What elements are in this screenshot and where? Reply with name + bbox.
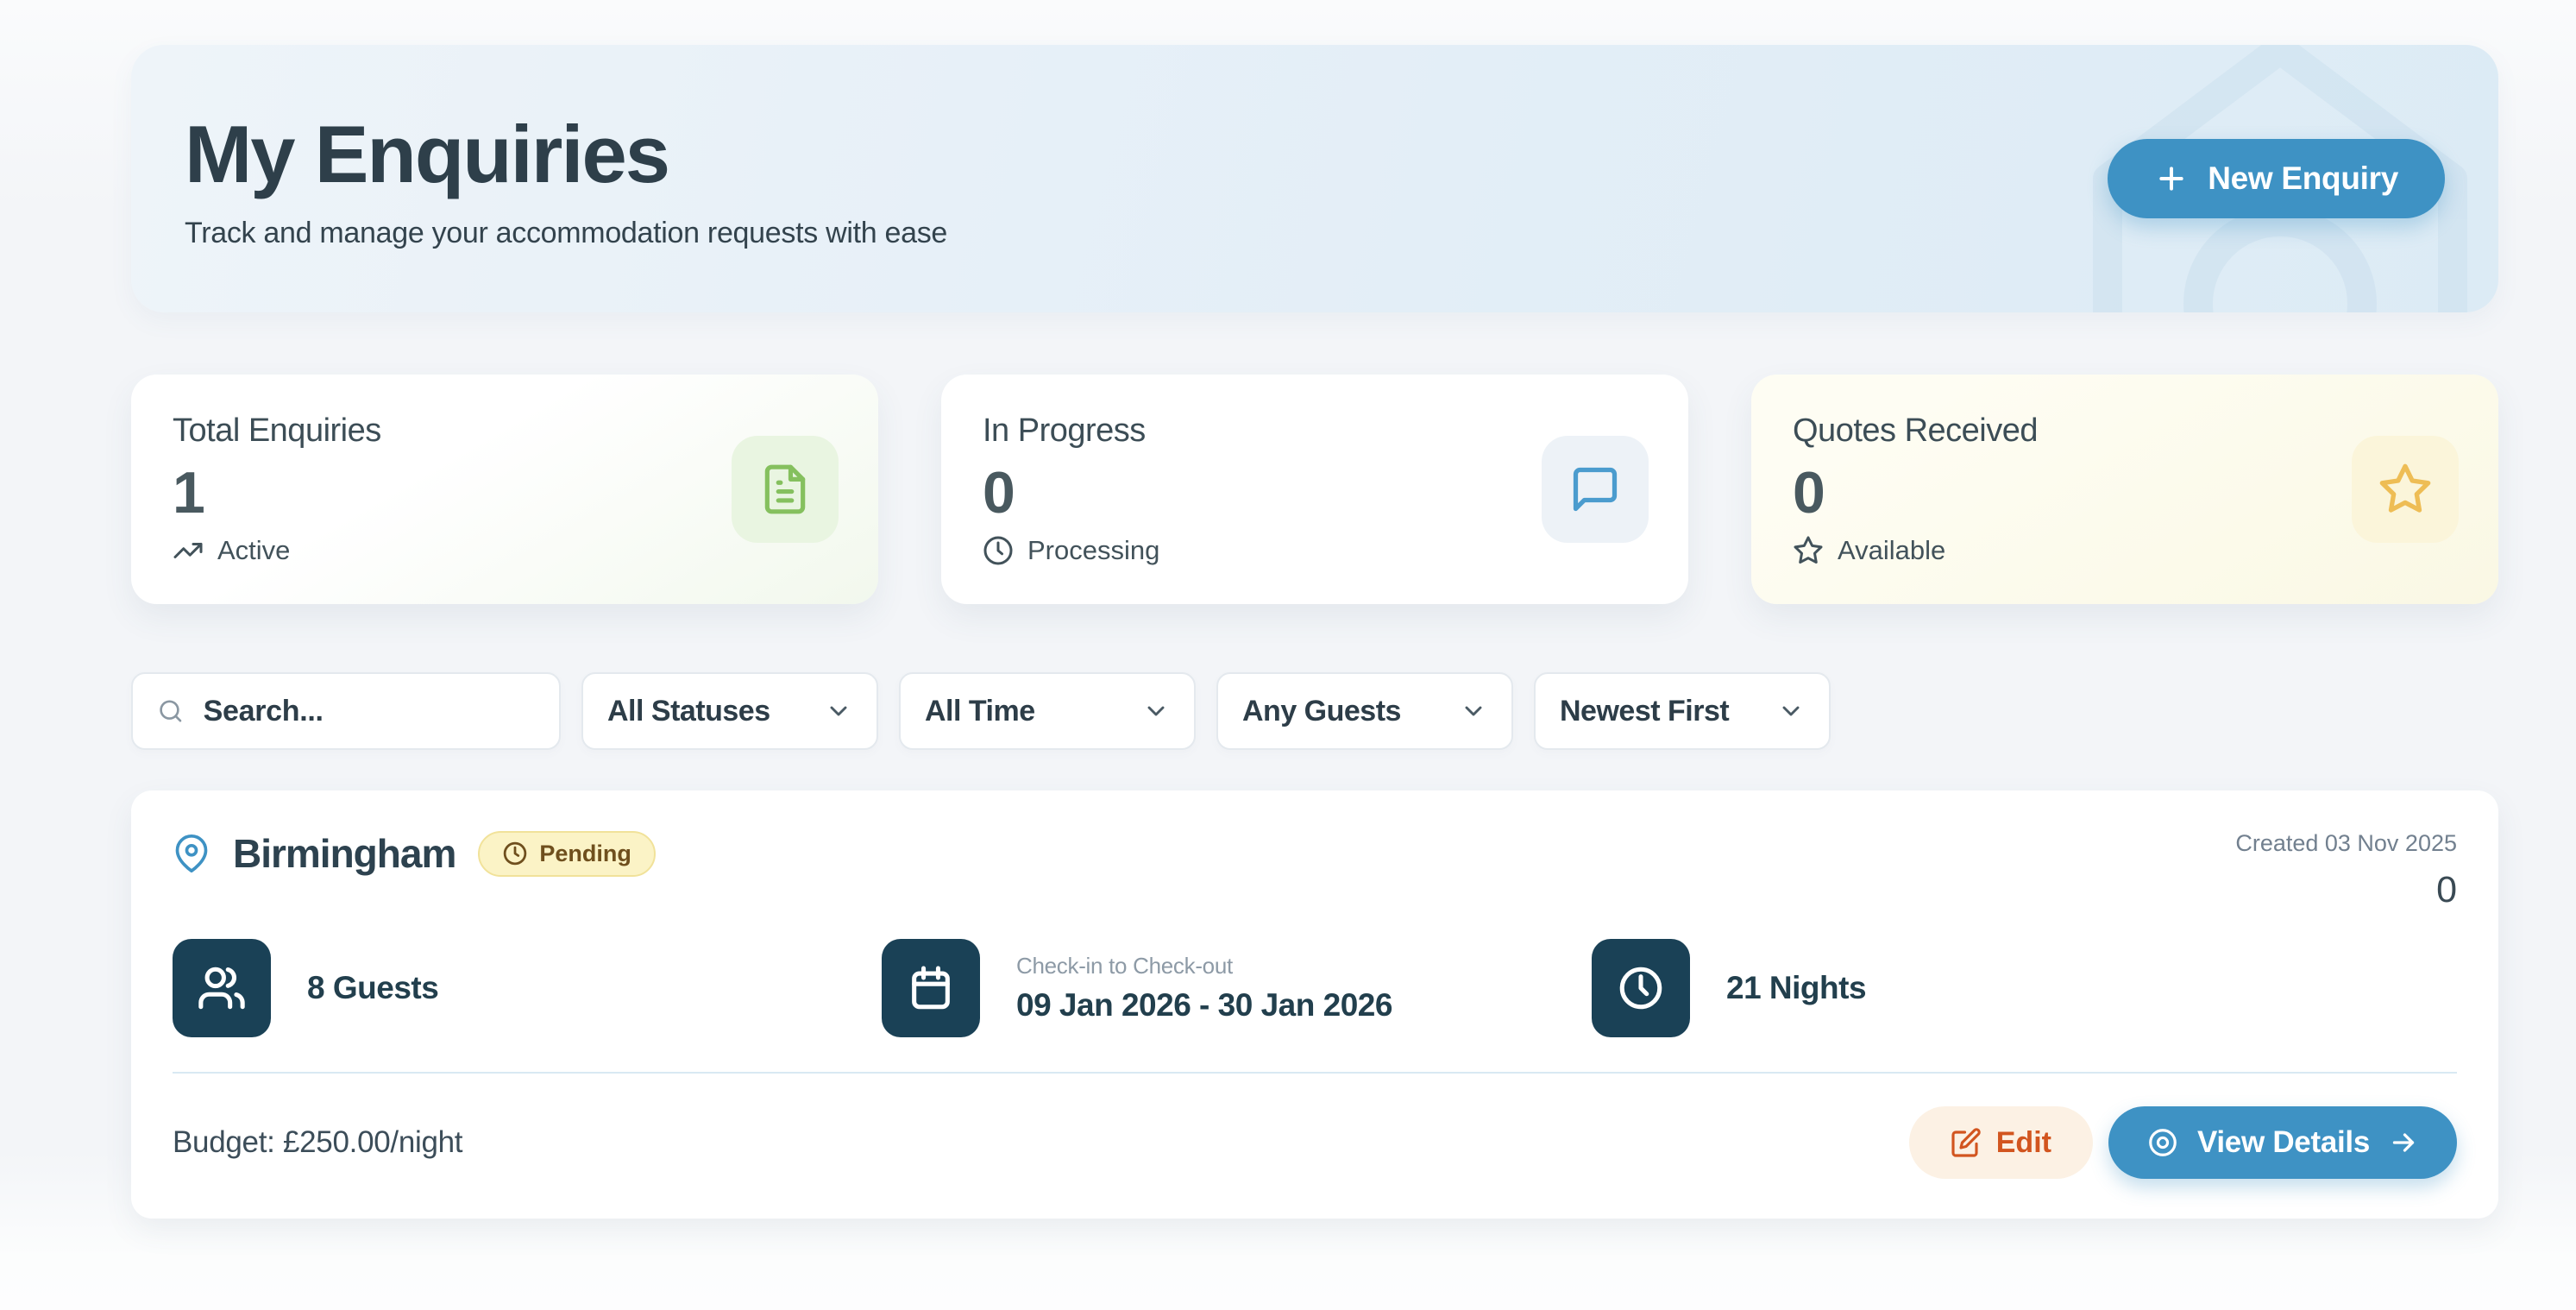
- calendar-icon: [906, 963, 956, 1013]
- stats-row: Total Enquiries 1 Active In Progress 0 P…: [131, 375, 2498, 604]
- enquiry-info-row: 8 Guests Check-in to Check-out 09 Jan 20…: [173, 939, 2457, 1037]
- view-details-button[interactable]: View Details: [2108, 1106, 2457, 1179]
- dates-text: Check-in to Check-out 09 Jan 2026 - 30 J…: [1016, 953, 1392, 1023]
- edit-icon: [1951, 1127, 1982, 1158]
- dates-caption: Check-in to Check-out: [1016, 953, 1392, 979]
- hero-text: My Enquiries Track and manage your accom…: [185, 108, 947, 250]
- users-icon: [197, 963, 247, 1013]
- star-icon: [1793, 535, 1824, 566]
- nights-count: 21 Nights: [1726, 970, 1866, 1006]
- page-content: My Enquiries Track and manage your accom…: [131, 0, 2498, 1219]
- enquiry-actions: Edit View Details: [1909, 1106, 2457, 1179]
- guests-filter-dropdown[interactable]: Any Guests: [1216, 672, 1513, 750]
- clock-icon: [983, 535, 1014, 566]
- budget-label: Budget: £250.00/night: [173, 1125, 462, 1160]
- plus-icon: [2154, 161, 2189, 196]
- page-subtitle: Track and manage your accommodation requ…: [185, 217, 947, 250]
- arrow-right-icon: [2388, 1127, 2419, 1158]
- trending-up-icon: [173, 535, 204, 566]
- enquiry-location: Birmingham: [233, 830, 456, 877]
- chevron-down-icon: [1460, 697, 1487, 725]
- dates-info: Check-in to Check-out 09 Jan 2026 - 30 J…: [882, 939, 1592, 1037]
- new-enquiry-button[interactable]: New Enquiry: [2108, 139, 2445, 218]
- stat-card-in-progress: In Progress 0 Processing: [941, 375, 1688, 604]
- search-box[interactable]: [131, 672, 561, 750]
- eye-icon: [2146, 1126, 2179, 1159]
- time-filter-dropdown[interactable]: All Time: [899, 672, 1196, 750]
- file-text-icon: [758, 463, 812, 516]
- enquiry-card: Birmingham Pending Created 03 Nov 2025 0…: [131, 790, 2498, 1219]
- created-date: Created 03 Nov 2025: [2235, 830, 2457, 857]
- stat-sublabel: Active: [217, 535, 290, 566]
- edit-button[interactable]: Edit: [1909, 1106, 2093, 1179]
- stat-card-total-enquiries: Total Enquiries 1 Active: [131, 375, 878, 604]
- enquiry-header: Birmingham Pending Created 03 Nov 2025 0: [173, 830, 2457, 911]
- map-pin-icon: [173, 834, 210, 872]
- view-details-label: View Details: [2197, 1125, 2370, 1160]
- status-badge-label: Pending: [539, 841, 631, 867]
- stat-sublabel: Available: [1838, 535, 1945, 566]
- guests-count: 8 Guests: [307, 970, 438, 1006]
- guests-info: 8 Guests: [173, 939, 882, 1037]
- nights-info: 21 Nights: [1592, 939, 2457, 1037]
- enquiry-footer: Budget: £250.00/night Edit View Details: [173, 1074, 2457, 1179]
- stat-sublabel-row: Processing: [983, 535, 1647, 566]
- search-icon: [157, 696, 185, 727]
- date-range: 09 Jan 2026 - 30 Jan 2026: [1016, 987, 1392, 1023]
- calendar-tile: [882, 939, 980, 1037]
- message-square-icon: [1569, 463, 1621, 515]
- edit-button-label: Edit: [1996, 1126, 2051, 1160]
- status-filter-value: All Statuses: [607, 695, 770, 728]
- guests-filter-value: Any Guests: [1242, 695, 1401, 728]
- enquiry-location-row: Birmingham Pending: [173, 830, 656, 877]
- guests-tile: [173, 939, 271, 1037]
- chevron-down-icon: [1142, 697, 1170, 725]
- status-filter-dropdown[interactable]: All Statuses: [581, 672, 878, 750]
- stat-card-quotes-received: Quotes Received 0 Available: [1751, 375, 2498, 604]
- star-icon: [2378, 462, 2433, 517]
- chevron-down-icon: [1777, 697, 1805, 725]
- stat-sublabel: Processing: [1027, 535, 1159, 566]
- clock-icon: [1616, 963, 1666, 1013]
- sort-dropdown[interactable]: Newest First: [1534, 672, 1831, 750]
- hero-banner: My Enquiries Track and manage your accom…: [131, 45, 2498, 312]
- status-badge: Pending: [478, 831, 656, 877]
- clock-icon: [502, 841, 528, 866]
- page-title: My Enquiries: [185, 108, 947, 201]
- stat-sublabel-row: Active: [173, 535, 837, 566]
- stat-iconbox: [732, 436, 839, 543]
- stat-iconbox: [1542, 436, 1649, 543]
- sort-value: Newest First: [1560, 695, 1729, 728]
- stat-iconbox: [2352, 436, 2459, 543]
- chevron-down-icon: [825, 697, 852, 725]
- filters-row: All Statuses All Time Any Guests Newest …: [131, 672, 2498, 750]
- enquiry-meta: Created 03 Nov 2025 0: [2235, 830, 2457, 911]
- search-input[interactable]: [204, 695, 535, 728]
- time-filter-value: All Time: [925, 695, 1035, 728]
- new-enquiry-label: New Enquiry: [2208, 161, 2398, 197]
- stat-sublabel-row: Available: [1793, 535, 2457, 566]
- enquiry-count: 0: [2235, 869, 2457, 911]
- nights-tile: [1592, 939, 1690, 1037]
